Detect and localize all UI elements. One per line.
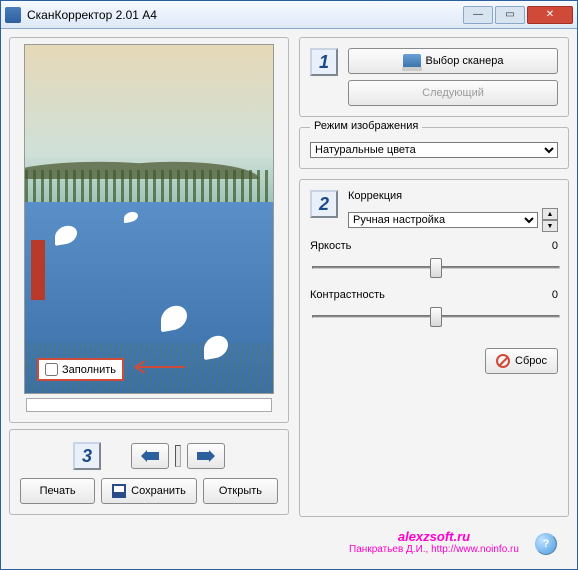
preview-group: Заполнить xyxy=(9,37,289,423)
brightness-value: 0 xyxy=(552,240,558,252)
contrast-label: Контрастность xyxy=(310,289,385,301)
no-sign-icon xyxy=(496,354,510,368)
scanner-group: 1 Выбор сканера Следующий xyxy=(299,37,569,117)
arrow-right-icon xyxy=(197,450,215,462)
scan-preview: Заполнить xyxy=(24,44,274,394)
footer-area: alexzsoft.ru Панкратьев Д.И., http://www… xyxy=(299,527,569,561)
fill-label: Заполнить xyxy=(62,364,116,376)
next-nav-button[interactable] xyxy=(187,443,225,469)
contrast-slider[interactable] xyxy=(312,305,560,327)
image-mode-group: Режим изображения Натуральные цвета xyxy=(299,127,569,169)
help-button[interactable]: ? xyxy=(535,533,557,555)
fill-checkbox[interactable] xyxy=(45,363,58,376)
fill-checkbox-frame: Заполнить xyxy=(37,358,124,381)
prev-button[interactable] xyxy=(131,443,169,469)
maximize-button[interactable]: ▭ xyxy=(495,6,525,24)
titlebar: СканКорректор 2.01 A4 — ▭ ✕ xyxy=(1,1,577,29)
select-scanner-button[interactable]: Выбор сканера xyxy=(348,48,558,74)
step-1-icon: 1 xyxy=(310,48,338,76)
floppy-icon xyxy=(112,484,126,498)
spin-down-button[interactable]: ▼ xyxy=(542,220,558,232)
step-2-icon: 2 xyxy=(310,190,338,218)
minimize-button[interactable]: — xyxy=(463,6,493,24)
brightness-label: Яркость xyxy=(310,240,351,252)
reset-button[interactable]: Сброс xyxy=(485,348,558,374)
close-button[interactable]: ✕ xyxy=(527,6,573,24)
step-3-icon: 3 xyxy=(73,442,101,470)
correction-label: Коррекция xyxy=(348,190,558,202)
app-window: СканКорректор 2.01 A4 — ▭ ✕ xyxy=(0,0,578,570)
window-title: СканКорректор 2.01 A4 xyxy=(27,8,463,22)
scanner-icon xyxy=(403,54,421,68)
arrow-left-icon xyxy=(141,450,159,462)
print-button[interactable]: Печать xyxy=(20,478,95,504)
spin-up-button[interactable]: ▲ xyxy=(542,208,558,220)
nav-separator xyxy=(175,445,181,467)
image-mode-select[interactable]: Натуральные цвета xyxy=(310,142,558,158)
content-area: Заполнить 3 xyxy=(1,29,577,569)
progress-bar xyxy=(26,398,272,412)
site-link[interactable]: alexzsoft.ru xyxy=(349,529,519,544)
save-button[interactable]: Сохранить xyxy=(101,478,197,504)
image-mode-legend: Режим изображения xyxy=(310,120,422,132)
contrast-value: 0 xyxy=(552,289,558,301)
nav-group: 3 Печать Сохранить xyxy=(9,429,289,515)
correction-mode-select[interactable]: Ручная настройка xyxy=(348,212,538,228)
open-button[interactable]: Открыть xyxy=(203,478,278,504)
app-icon xyxy=(5,7,21,23)
credit-text: Панкратьев Д.И., http://www.noinfo.ru xyxy=(349,544,519,555)
correction-spinner[interactable]: ▲ ▼ xyxy=(542,208,558,232)
next-button[interactable]: Следующий xyxy=(348,80,558,106)
brightness-slider[interactable] xyxy=(312,256,560,278)
correction-group: 2 Коррекция Ручная настройка ▲ ▼ xyxy=(299,179,569,517)
annotation-arrow-icon xyxy=(135,361,185,373)
